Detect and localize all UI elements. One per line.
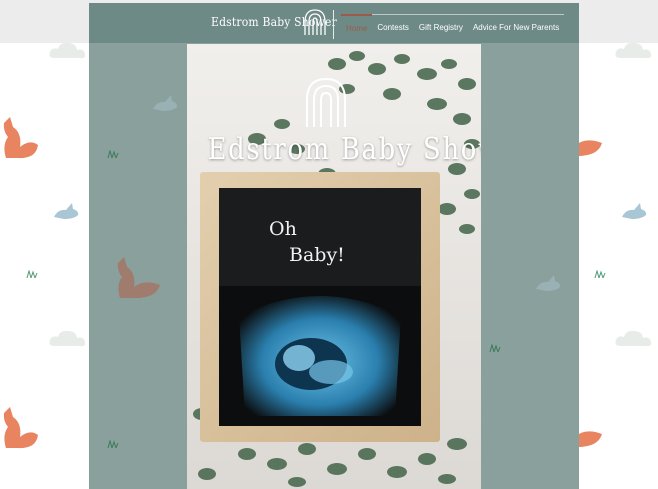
rabbit-icon [54,203,79,219]
grass-icon [107,150,119,158]
rabbit-icon [622,203,647,219]
rabbit-icon [536,275,561,291]
fox-icon [117,257,160,299]
rainbow-logo-icon [306,77,346,127]
letter-board: Oh Baby! [219,188,421,426]
content-panel: Edstrom Baby Shower Home Contests Gift R… [89,3,579,489]
grass-icon [26,270,38,278]
hero-title: Edstrom Baby Shower [207,132,481,167]
letter-board-frame: Oh Baby! [200,172,440,442]
fox-icon [3,117,39,159]
board-text-baby: Baby! [289,244,345,266]
nav-item-contests[interactable]: Contests [372,14,414,38]
nav-item-home[interactable]: Home [341,13,373,39]
site-header: Edstrom Baby Shower Home Contests Gift R… [89,3,579,43]
nav-item-gift-registry[interactable]: Gift Registry [413,14,468,38]
hero-photo: Oh Baby! Edstrom Baby Sho [187,44,481,489]
rabbit-icon [153,95,178,111]
main-nav: Home Contests Gift Registry Advice For N… [341,12,565,40]
nav-item-advice-for-new-parents[interactable]: Advice For New Parents [467,14,565,38]
ultrasound-scan [239,296,401,416]
grass-icon [107,440,119,448]
cloud-icon [615,330,652,347]
header-divider [333,10,334,39]
grass-icon [594,270,606,278]
cloud-icon [615,42,652,59]
ultrasound-image [219,286,421,426]
cloud-icon [49,330,86,347]
fox-icon [3,407,39,449]
rainbow-logo-icon[interactable] [303,8,327,36]
board-text-oh: Oh [269,218,297,240]
cloud-icon [49,42,86,59]
grass-icon [489,344,501,352]
